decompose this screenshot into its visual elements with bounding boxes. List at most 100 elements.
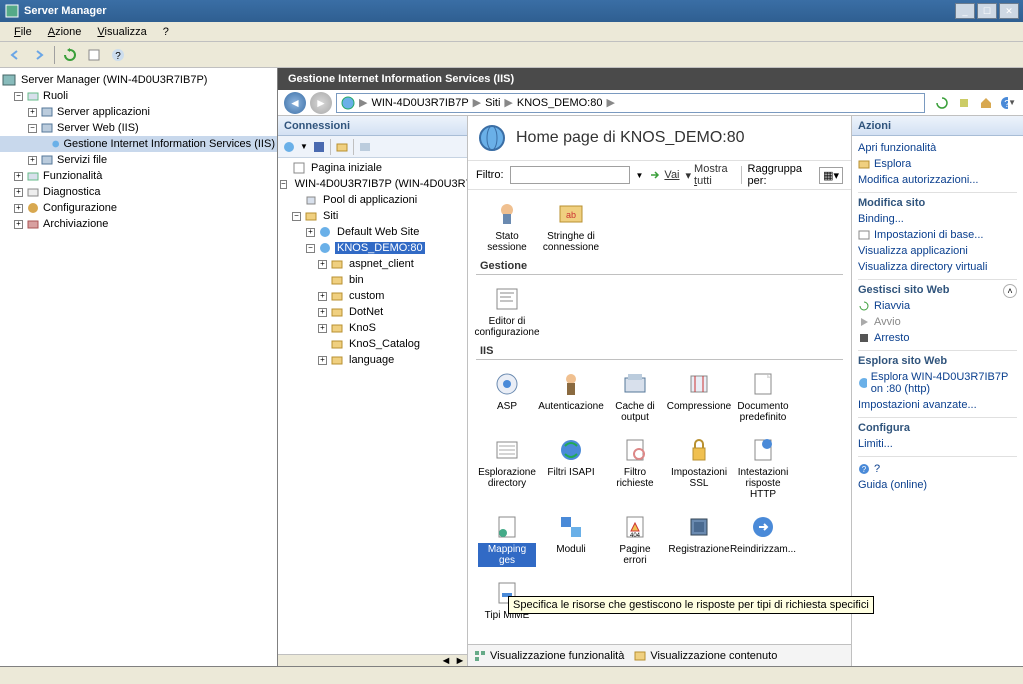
- maximize-button[interactable]: ☐: [977, 3, 997, 19]
- conn-sites[interactable]: −Siti: [278, 208, 467, 224]
- tree-diagnostics[interactable]: +Diagnostica: [0, 184, 277, 200]
- collapse-icon[interactable]: −: [14, 92, 23, 101]
- scroll-left-icon[interactable]: ◄: [439, 655, 453, 666]
- expand-icon[interactable]: +: [14, 220, 23, 229]
- server-add-icon[interactable]: [358, 140, 372, 154]
- nav-back-button[interactable]: ◄: [284, 92, 306, 114]
- properties-button[interactable]: [83, 45, 105, 65]
- tree-storage[interactable]: +Archiviazione: [0, 216, 277, 232]
- feature-authentication[interactable]: Autenticazione: [540, 366, 602, 426]
- action-limits[interactable]: Limiti...: [858, 436, 1017, 452]
- expand-icon[interactable]: +: [14, 204, 23, 213]
- conn-default-web-site[interactable]: +Default Web Site: [278, 224, 467, 240]
- save-icon[interactable]: [312, 140, 326, 154]
- conn-folder[interactable]: +custom: [278, 288, 467, 304]
- conn-folder[interactable]: +DotNet: [278, 304, 467, 320]
- stop-icon[interactable]: [955, 94, 973, 112]
- feature-dir-browsing[interactable]: Esplorazione directory: [476, 432, 538, 503]
- expand-icon[interactable]: +: [318, 292, 327, 301]
- feature-handler-mappings[interactable]: Mapping ges: [476, 509, 538, 569]
- action-explore[interactable]: Esplora: [858, 156, 1017, 172]
- conn-folder[interactable]: +language: [278, 352, 467, 368]
- connect-icon[interactable]: [282, 140, 296, 154]
- view-dropdown[interactable]: ▦▾: [819, 167, 843, 184]
- action-help[interactable]: ??: [858, 461, 1017, 477]
- folder-up-icon[interactable]: [335, 140, 349, 154]
- breadcrumb-site[interactable]: KNOS_DEMO:80: [517, 97, 603, 109]
- expand-icon[interactable]: +: [14, 188, 23, 197]
- scroll-right-icon[interactable]: ►: [453, 655, 467, 666]
- feature-error-pages[interactable]: 404Pagine errori: [604, 509, 666, 569]
- tree-root[interactable]: Server Manager (WIN-4D0U3R7IB7P): [0, 72, 277, 88]
- conn-app-pools[interactable]: Pool di applicazioni: [278, 192, 467, 208]
- action-view-vdirs[interactable]: Visualizza directory virtuali: [858, 259, 1017, 275]
- tree-features[interactable]: +Funzionalità: [0, 168, 277, 184]
- refresh-icon[interactable]: [933, 94, 951, 112]
- action-open-feature[interactable]: Apri funzionalità: [858, 140, 1017, 156]
- collapse-section-icon[interactable]: ˄: [1003, 284, 1017, 298]
- tab-content-view[interactable]: Visualizzazione contenuto: [634, 650, 777, 662]
- feature-http-headers[interactable]: Intestazioni risposte HTTP: [732, 432, 794, 503]
- filter-show-all[interactable]: ▾ Mostra tutti: [686, 163, 735, 187]
- menu-view[interactable]: Visualizza: [89, 24, 154, 40]
- expand-icon[interactable]: +: [318, 260, 327, 269]
- filter-go[interactable]: Vai: [649, 169, 679, 181]
- feature-default-doc[interactable]: Documento predefinito: [732, 366, 794, 426]
- tree-web-server[interactable]: −Server Web (IIS): [0, 120, 277, 136]
- tree-file-services[interactable]: +Servizi file: [0, 152, 277, 168]
- conn-folder[interactable]: bin: [278, 272, 467, 288]
- conn-start-page[interactable]: Pagina iniziale: [278, 160, 467, 176]
- home-icon[interactable]: [977, 94, 995, 112]
- expand-icon[interactable]: +: [318, 308, 327, 317]
- tree-roles[interactable]: −Ruoli: [0, 88, 277, 104]
- feature-ssl-settings[interactable]: Impostazioni SSL: [668, 432, 730, 503]
- action-binding[interactable]: Binding...: [858, 211, 1017, 227]
- feature-compression[interactable]: Compressione: [668, 366, 730, 426]
- forward-button[interactable]: [28, 45, 50, 65]
- conn-knos-demo[interactable]: −KNOS_DEMO:80: [278, 240, 467, 256]
- minimize-button[interactable]: _: [955, 3, 975, 19]
- conn-folder[interactable]: +KnoS: [278, 320, 467, 336]
- feature-isapi-filters[interactable]: Filtri ISAPI: [540, 432, 602, 503]
- conn-folder[interactable]: KnoS_Catalog: [278, 336, 467, 352]
- collapse-icon[interactable]: −: [306, 244, 315, 253]
- action-stop[interactable]: Arresto: [858, 330, 1017, 346]
- feature-redirect[interactable]: Reindirizzam...: [732, 509, 794, 569]
- collapse-icon[interactable]: −: [280, 180, 287, 189]
- help-icon[interactable]: ?▼: [999, 94, 1017, 112]
- navigation-tree[interactable]: Server Manager (WIN-4D0U3R7IB7P) −Ruoli …: [0, 68, 278, 666]
- connections-tree[interactable]: Pagina iniziale −WIN-4D0U3R7IB7P (WIN-4D…: [278, 158, 467, 654]
- expand-icon[interactable]: +: [318, 324, 327, 333]
- tree-app-server[interactable]: +Server applicazioni: [0, 104, 277, 120]
- feature-config-editor[interactable]: Editor di configurazione: [476, 281, 538, 341]
- action-restart[interactable]: Riavvia: [858, 298, 1017, 314]
- breadcrumb[interactable]: ▶ WIN-4D0U3R7IB7P ▶ Siti ▶ KNOS_DEMO:80 …: [336, 93, 925, 113]
- refresh-button[interactable]: [59, 45, 81, 65]
- menu-action[interactable]: Azione: [40, 24, 90, 40]
- feature-logging[interactable]: Registrazione: [668, 509, 730, 569]
- collapse-icon[interactable]: −: [28, 124, 37, 133]
- feature-connection-strings[interactable]: abStringhe di connessione: [540, 196, 602, 256]
- expand-icon[interactable]: +: [28, 156, 37, 165]
- action-advanced-settings[interactable]: Impostazioni avanzate...: [858, 397, 1017, 413]
- menu-help[interactable]: ?: [155, 24, 177, 40]
- breadcrumb-sites[interactable]: Siti: [485, 97, 500, 109]
- filter-input[interactable]: [510, 166, 630, 184]
- menu-file[interactable]: File: [6, 24, 40, 40]
- tab-features-view[interactable]: Visualizzazione funzionalità: [474, 650, 624, 662]
- feature-asp[interactable]: ASP: [476, 366, 538, 426]
- collapse-icon[interactable]: −: [292, 212, 301, 221]
- back-button[interactable]: [4, 45, 26, 65]
- tree-configuration[interactable]: +Configurazione: [0, 200, 277, 216]
- breadcrumb-server[interactable]: WIN-4D0U3R7IB7P: [371, 97, 468, 109]
- expand-icon[interactable]: +: [14, 172, 23, 181]
- expand-icon[interactable]: +: [306, 228, 315, 237]
- action-view-apps[interactable]: Visualizza applicazioni: [858, 243, 1017, 259]
- conn-folder[interactable]: +aspnet_client: [278, 256, 467, 272]
- expand-icon[interactable]: +: [28, 108, 37, 117]
- action-browse-http[interactable]: Esplora WIN-4D0U3R7IB7P on :80 (http): [858, 369, 1017, 397]
- action-basic-settings[interactable]: Impostazioni di base...: [858, 227, 1017, 243]
- feature-output-cache[interactable]: Cache di output: [604, 366, 666, 426]
- close-button[interactable]: ✕: [999, 3, 1019, 19]
- action-help-online[interactable]: Guida (online): [858, 477, 1017, 493]
